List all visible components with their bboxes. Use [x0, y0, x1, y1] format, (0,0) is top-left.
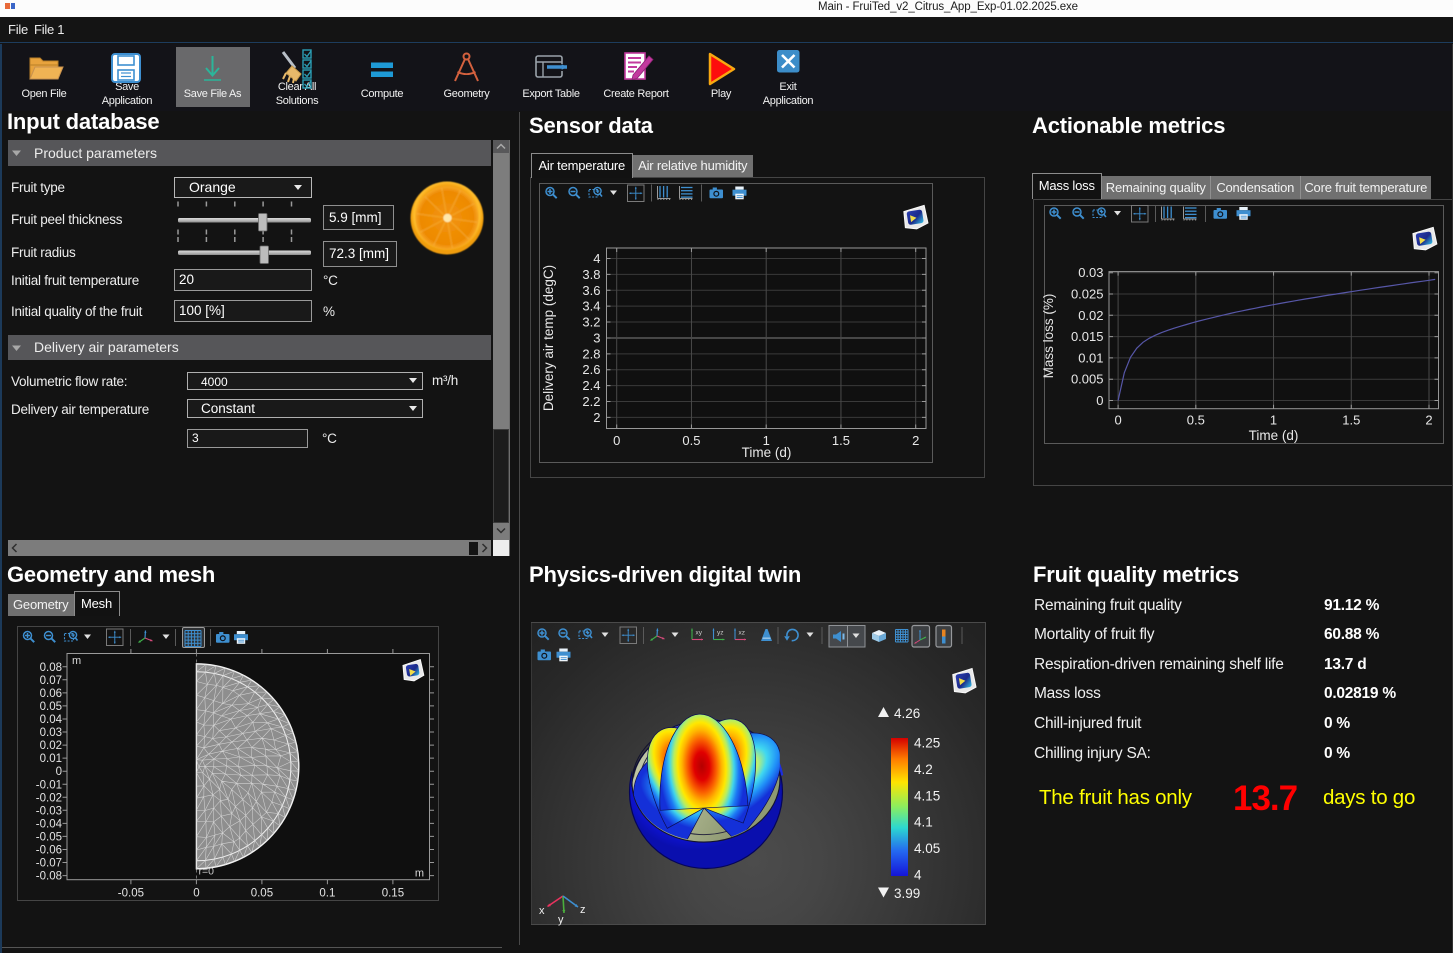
svg-text:xy: xy: [696, 630, 703, 637]
svg-text:0.02: 0.02: [40, 740, 62, 752]
svg-text:2.8: 2.8: [582, 346, 600, 361]
svg-text:-0.08: -0.08: [36, 871, 62, 883]
svg-text:4.26: 4.26: [894, 706, 920, 721]
svg-text:3.99: 3.99: [894, 886, 920, 901]
svg-text:z: z: [580, 904, 586, 916]
svg-text:2.6: 2.6: [582, 362, 600, 377]
svg-text:1.5: 1.5: [1342, 413, 1360, 428]
svg-text:0: 0: [613, 433, 620, 448]
svg-text:0.02: 0.02: [1078, 308, 1103, 323]
svg-text:-0.04: -0.04: [36, 818, 63, 830]
svg-text:r=0: r=0: [199, 866, 215, 878]
svg-text:x: x: [539, 905, 545, 917]
svg-text:2.2: 2.2: [582, 394, 600, 409]
svg-text:0: 0: [1114, 413, 1121, 428]
svg-text:4.15: 4.15: [914, 788, 940, 803]
svg-text:0.15: 0.15: [382, 888, 404, 900]
svg-text:2: 2: [912, 433, 919, 448]
svg-text:0.05: 0.05: [251, 888, 273, 900]
svg-text:0.07: 0.07: [40, 675, 62, 687]
svg-text:xz: xz: [739, 630, 746, 637]
svg-text:3.6: 3.6: [582, 283, 600, 298]
svg-text:3.4: 3.4: [582, 299, 600, 314]
svg-text:0.06: 0.06: [40, 688, 62, 700]
svg-text:0.025: 0.025: [1071, 287, 1104, 302]
svg-text:0.005: 0.005: [1071, 372, 1104, 387]
svg-text:0.015: 0.015: [1071, 329, 1104, 344]
svg-text:-0.05: -0.05: [118, 888, 144, 900]
svg-text:-0.07: -0.07: [36, 858, 62, 870]
svg-text:0: 0: [193, 888, 199, 900]
svg-text:-0.06: -0.06: [36, 845, 62, 857]
svg-text:0.1: 0.1: [319, 888, 335, 900]
svg-text:4.1: 4.1: [914, 815, 933, 830]
svg-text:0.03: 0.03: [40, 727, 62, 739]
svg-text:0: 0: [56, 766, 62, 778]
svg-text:4: 4: [914, 868, 922, 883]
svg-text:4.2: 4.2: [914, 762, 933, 777]
svg-text:-0.03: -0.03: [36, 805, 62, 817]
svg-text:m: m: [415, 868, 424, 880]
svg-text:4.05: 4.05: [914, 841, 940, 856]
svg-text:3.2: 3.2: [582, 315, 600, 330]
svg-text:0: 0: [1096, 393, 1103, 408]
svg-text:2: 2: [593, 410, 600, 425]
svg-text:0.5: 0.5: [682, 433, 700, 448]
svg-text:1.5: 1.5: [832, 433, 850, 448]
svg-text:Time (d): Time (d): [1249, 428, 1299, 443]
svg-text:0.01: 0.01: [40, 753, 62, 765]
svg-text:-0.02: -0.02: [36, 792, 62, 804]
svg-text:Mass loss (%): Mass loss (%): [1041, 294, 1056, 379]
svg-text:0.03: 0.03: [1078, 265, 1103, 280]
svg-text:-0.05: -0.05: [36, 831, 62, 843]
svg-text:0.04: 0.04: [40, 714, 63, 726]
svg-text:0.5: 0.5: [1187, 413, 1205, 428]
svg-text:Delivery air temp (degC): Delivery air temp (degC): [541, 265, 556, 411]
svg-text:yz: yz: [717, 630, 724, 637]
svg-text:0.05: 0.05: [40, 701, 62, 713]
svg-text:3.8: 3.8: [582, 267, 600, 282]
svg-text:2: 2: [1425, 413, 1432, 428]
svg-text:Time (d): Time (d): [742, 445, 792, 460]
svg-text:1: 1: [1270, 413, 1277, 428]
svg-text:m: m: [72, 655, 81, 667]
svg-text:-0.01: -0.01: [36, 779, 62, 791]
svg-text:3: 3: [593, 330, 600, 345]
svg-text:4: 4: [593, 251, 600, 266]
svg-text:0.01: 0.01: [1078, 350, 1103, 365]
svg-text:2.4: 2.4: [582, 378, 600, 393]
svg-text:4.25: 4.25: [914, 736, 940, 751]
svg-text:0.08: 0.08: [40, 662, 62, 674]
svg-text:y: y: [558, 914, 564, 926]
